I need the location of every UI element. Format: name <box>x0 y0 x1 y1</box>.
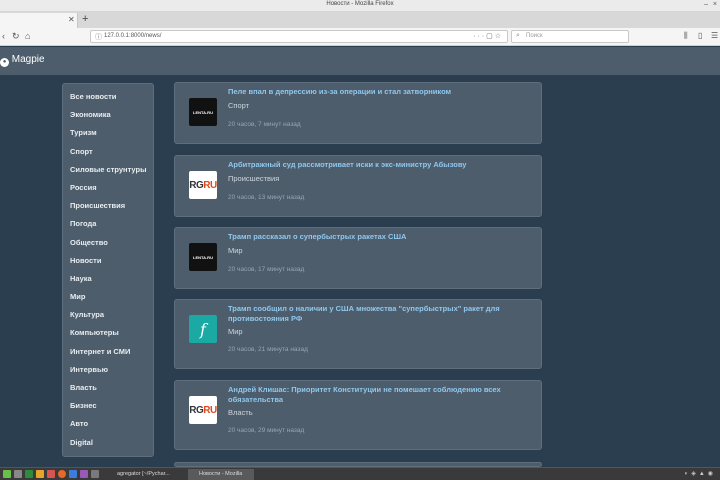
magpie-logo-icon: ● <box>0 58 9 67</box>
lenta-logo-icon: LENTA.RU <box>189 243 217 271</box>
site-navbar: ● Magpie <box>0 47 720 75</box>
ide-icon[interactable] <box>80 470 88 478</box>
news-headline[interactable]: Андрей Клишас: Приоритет Конституции не … <box>228 385 527 405</box>
menu-icon[interactable]: ☰ <box>711 31 718 40</box>
rg-logo-icon: RGRU <box>189 396 217 424</box>
home-icon[interactable]: ⌂ <box>25 31 30 41</box>
sidebar-item-computers[interactable]: Компьютеры <box>63 324 153 342</box>
news-time: 20 часов, 13 минут назад <box>228 194 305 201</box>
sidebar-item-culture[interactable]: Культура <box>63 306 153 324</box>
news-category: Власть <box>228 408 253 417</box>
sidebar-item-weather[interactable]: Погода <box>63 215 153 233</box>
news-card[interactable]: f Трамп сообщил о наличии у США множеств… <box>174 299 542 369</box>
sidebar-item-all[interactable]: Все новости <box>63 88 153 106</box>
firefox-icon[interactable] <box>58 470 66 478</box>
brand-name: Magpie <box>11 54 45 65</box>
news-time: 20 часов, 21 минута назад <box>228 346 308 353</box>
minimize-icon[interactable]: – <box>704 1 708 8</box>
sidebar-item-society[interactable]: Общество <box>63 234 153 252</box>
info-icon[interactable]: ⓘ <box>95 32 102 42</box>
url-text: 127.0.0.1:8000/news/ <box>104 33 162 39</box>
category-sidebar: Все новости Экономика Туризм Спорт Силов… <box>62 83 154 457</box>
search-icon: ⌕ <box>516 32 520 39</box>
search-bar[interactable]: ⌕ Поиск <box>511 30 629 43</box>
desktop-icon[interactable] <box>14 470 22 478</box>
page-actions-icon[interactable]: ···▢☆ <box>473 32 503 40</box>
sidebar-item-digital[interactable]: Digital <box>63 434 153 452</box>
news-headline[interactable]: Пеле впал в депрессию из-за операции и с… <box>228 87 527 97</box>
back-icon[interactable]: ‹ <box>2 31 5 41</box>
os-taskbar: agregator [~/Pychar... Новости - Mozilla… <box>0 467 720 480</box>
reload-icon[interactable]: ↻ <box>12 31 20 41</box>
news-card[interactable]: LENTA.RU Пеле впал в депрессию из-за опе… <box>174 82 542 144</box>
app-icon[interactable] <box>47 470 55 478</box>
tab-news[interactable]: ✕ <box>0 13 78 28</box>
sidebar-toggle-icon[interactable]: ▯ <box>698 31 702 40</box>
source-label: LENTA.RU <box>193 109 213 115</box>
news-card[interactable]: RGRU Андрей Клишас: Приоритет Конституци… <box>174 380 542 450</box>
sidebar-item-tourism[interactable]: Туризм <box>63 124 153 142</box>
news-headline[interactable]: Арбитражный суд рассмотривает иски к экс… <box>228 160 527 170</box>
sidebar-item-power[interactable]: Власть <box>63 379 153 397</box>
window-title: Новости - Mozilla Firefox <box>326 1 394 7</box>
sidebar-item-business[interactable]: Бизнес <box>63 397 153 415</box>
taskbar-task-pycharm[interactable]: agregator [~/Pychar... <box>106 469 186 480</box>
news-category: Мир <box>228 327 243 336</box>
news-time: 20 часов, 7 минут назад <box>228 121 301 128</box>
sidebar-item-interview[interactable]: Интервью <box>63 361 153 379</box>
source-label: f <box>200 319 206 339</box>
taskbar-task-firefox[interactable]: Новости - Mozilla Fir... <box>188 469 254 480</box>
library-icon[interactable]: ⫼ <box>684 31 688 41</box>
search-placeholder: Поиск <box>526 33 543 39</box>
sidebar-item-incidents[interactable]: Происшествия <box>63 197 153 215</box>
app-icon[interactable] <box>91 470 99 478</box>
sidebar-item-economy[interactable]: Экономика <box>63 106 153 124</box>
sidebar-item-science[interactable]: Наука <box>63 270 153 288</box>
nav-bar: ‹ ↻ ⌂ ⓘ 127.0.0.1:8000/news/ ···▢☆ ⌕ Пои… <box>0 28 720 46</box>
news-time: 20 часов, 17 минут назад <box>228 266 305 273</box>
news-headline[interactable]: Трамп сообщил о наличии у США множества … <box>228 304 527 324</box>
close-tab-icon[interactable]: ✕ <box>68 15 75 24</box>
sidebar-item-internet-media[interactable]: Интернет и СМИ <box>63 343 153 361</box>
news-headline[interactable]: Трамп рассказал о супербыстрых ракетах С… <box>228 232 527 242</box>
rg-logo-icon: RGRU <box>189 171 217 199</box>
sidebar-item-russia[interactable]: Россия <box>63 179 153 197</box>
editor-icon[interactable] <box>69 470 77 478</box>
files-icon[interactable] <box>36 470 44 478</box>
system-tray-icons[interactable]: ◐◈▲◉ <box>685 470 716 477</box>
site-brand[interactable]: ● Magpie <box>0 54 45 67</box>
url-bar[interactable]: ⓘ 127.0.0.1:8000/news/ ···▢☆ <box>90 30 508 43</box>
news-category: Спорт <box>228 101 250 110</box>
news-category: Мир <box>228 246 243 255</box>
source-label: LENTA.RU <box>193 254 213 260</box>
news-card[interactable]: RGRU Арбитражный суд рассмотривает иски … <box>174 155 542 217</box>
news-card[interactable]: LENTA.RU Трамп рассказал о супербыстрых … <box>174 227 542 289</box>
news-time: 20 часов, 29 минут назад <box>228 427 305 434</box>
sidebar-item-security[interactable]: Силовые струнтуры <box>63 161 153 179</box>
window-titlebar: Новости - Mozilla Firefox – × <box>0 0 720 12</box>
sidebar-item-auto[interactable]: Авто <box>63 415 153 433</box>
start-menu-icon[interactable] <box>3 470 11 478</box>
sidebar-item-world[interactable]: Мир <box>63 288 153 306</box>
close-window-icon[interactable]: × <box>713 1 717 8</box>
new-tab-icon[interactable]: + <box>82 13 88 25</box>
terminal-icon[interactable] <box>25 470 33 478</box>
lenta-logo-icon: LENTA.RU <box>189 98 217 126</box>
fn-logo-icon: f <box>189 315 217 343</box>
sidebar-item-news[interactable]: Новости <box>63 252 153 270</box>
sidebar-item-sport[interactable]: Спорт <box>63 143 153 161</box>
tab-strip: ✕ + <box>0 12 720 28</box>
news-category: Происшествия <box>228 174 280 183</box>
